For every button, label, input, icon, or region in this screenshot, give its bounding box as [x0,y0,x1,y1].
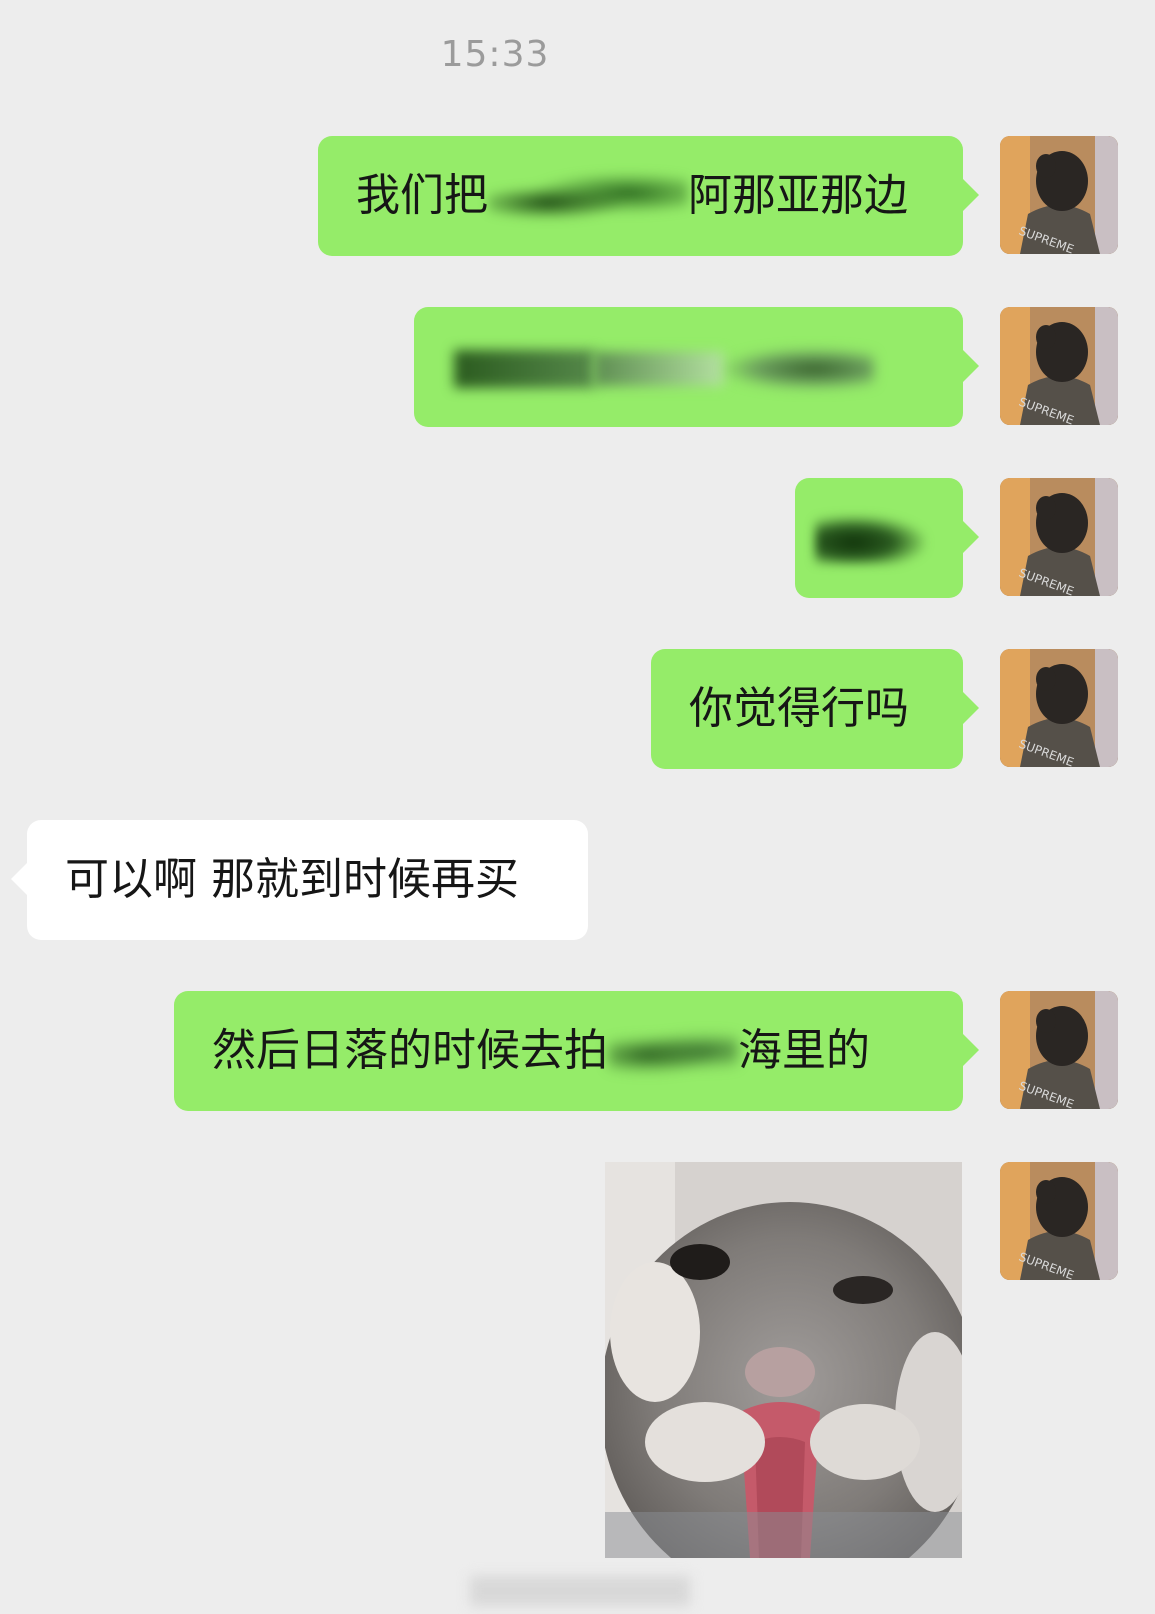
redacted-text [608,1031,738,1075]
message-text: 海里的 [738,1025,870,1076]
avatar[interactable]: SUPREME [1000,991,1118,1109]
person-avatar-icon: SUPREME [1000,1162,1118,1280]
cat-icon [605,1162,962,1558]
chat-timestamp: 15:33 [440,34,550,75]
redacted-text [815,516,925,564]
redacted-text [594,352,724,386]
message-text: 我们把 [356,170,488,221]
message-bubble-outgoing[interactable]: 我们把 阿那亚那边 [318,136,979,256]
avatar[interactable]: SUPREME [1000,136,1118,254]
avatar[interactable]: SUPREME [1000,307,1118,425]
person-avatar-icon: SUPREME [1000,307,1118,425]
redacted-text [488,173,688,223]
message-text: 你觉得行吗 [689,683,909,734]
person-avatar-icon: SUPREME [1000,478,1118,596]
avatar[interactable]: SUPREME [1000,649,1118,767]
message-bubble-incoming[interactable]: 可以啊 那就到时候再买 [11,820,588,940]
avatar[interactable]: SUPREME [1000,478,1118,596]
avatar[interactable]: SUPREME [1000,1162,1118,1280]
person-avatar-icon: SUPREME [1000,136,1118,254]
cat-sticker-image[interactable] [605,1162,962,1558]
person-avatar-icon: SUPREME [1000,991,1118,1109]
message-text: 可以啊 那就到时候再买 [65,854,519,905]
message-bubble-outgoing[interactable] [795,478,979,598]
message-bubble-outgoing[interactable]: 然后日落的时候去拍 海里的 [174,991,979,1111]
redacted-text [454,350,594,388]
message-text: 阿那亚那边 [688,170,908,221]
redacted-footer [470,1576,690,1606]
redacted-text [724,349,874,389]
message-text: 然后日落的时候去拍 [212,1025,608,1076]
message-bubble-outgoing[interactable]: 你觉得行吗 [651,649,979,769]
person-avatar-icon: SUPREME [1000,649,1118,767]
message-bubble-outgoing[interactable] [414,307,979,427]
